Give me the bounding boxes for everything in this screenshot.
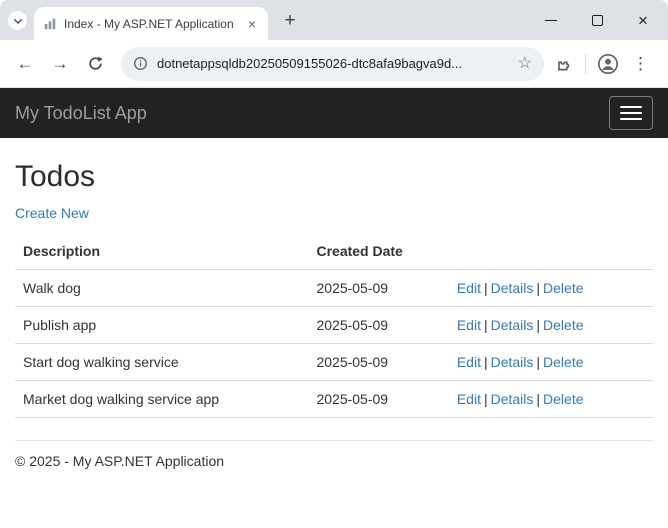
tab-title: Index - My ASP.NET Application (64, 17, 238, 31)
details-link[interactable]: Details (491, 317, 534, 333)
browser-window: Index - My ASP.NET Application × + × ← →… (0, 0, 668, 528)
details-link[interactable]: Details (491, 280, 534, 296)
column-header-actions (449, 233, 653, 270)
toolbar-divider (585, 54, 586, 74)
action-separator: | (484, 354, 488, 370)
hamburger-icon (620, 106, 642, 108)
details-link[interactable]: Details (491, 391, 534, 407)
todo-actions: Edit|Details|Delete (449, 381, 653, 418)
edit-link[interactable]: Edit (457, 391, 481, 407)
edit-link[interactable]: Edit (457, 354, 481, 370)
create-new-link[interactable]: Create New (15, 205, 89, 221)
extensions-icon (555, 55, 573, 73)
todo-actions: Edit|Details|Delete (449, 344, 653, 381)
todo-created-date: 2025-05-09 (308, 307, 448, 344)
tab-strip: Index - My ASP.NET Application × + × (0, 0, 668, 40)
delete-link[interactable]: Delete (543, 354, 583, 370)
delete-link[interactable]: Delete (543, 280, 583, 296)
browser-tab[interactable]: Index - My ASP.NET Application × (34, 7, 268, 40)
minimize-icon (545, 20, 557, 21)
extensions-button[interactable] (550, 55, 578, 73)
navbar-toggle-button[interactable] (609, 96, 653, 130)
todo-created-date: 2025-05-09 (308, 344, 448, 381)
maximize-button[interactable] (574, 0, 620, 40)
back-button[interactable]: ← (10, 49, 40, 79)
todo-description: Walk dog (15, 270, 308, 307)
delete-link[interactable]: Delete (543, 391, 583, 407)
action-separator: | (536, 391, 540, 407)
maximize-icon (592, 15, 603, 26)
edit-link[interactable]: Edit (457, 317, 481, 333)
table-header-row: Description Created Date (15, 233, 653, 270)
browser-toolbar: ← → dotnetappsqldb20250509155026-dtc8afa… (0, 40, 668, 88)
column-header-created-date: Created Date (308, 233, 448, 270)
profile-avatar-icon (597, 53, 619, 75)
site-navbar: My TodoList App (0, 88, 668, 138)
todo-description: Market dog walking service app (15, 381, 308, 418)
tab-close-icon[interactable]: × (245, 16, 259, 32)
profile-button[interactable] (593, 53, 623, 75)
action-separator: | (536, 280, 540, 296)
close-window-button[interactable]: × (620, 0, 666, 40)
table-row: Walk dog 2025-05-09 Edit|Details|Delete (15, 270, 653, 307)
action-separator: | (536, 354, 540, 370)
url-bar[interactable]: dotnetappsqldb20250509155026-dtc8afa9bag… (121, 47, 544, 81)
bookmark-star-icon[interactable]: ☆ (518, 56, 532, 72)
footer-divider (15, 440, 653, 441)
action-separator: | (484, 280, 488, 296)
action-separator: | (536, 317, 540, 333)
footer-copyright: © 2025 - My ASP.NET Application (15, 453, 653, 469)
todo-actions: Edit|Details|Delete (449, 307, 653, 344)
minimize-button[interactable] (528, 0, 574, 40)
delete-link[interactable]: Delete (543, 317, 583, 333)
table-row: Start dog walking service 2025-05-09 Edi… (15, 344, 653, 381)
url-text[interactable]: dotnetappsqldb20250509155026-dtc8afa9bag… (157, 56, 509, 71)
action-separator: | (484, 317, 488, 333)
table-row: Market dog walking service app 2025-05-0… (15, 381, 653, 418)
window-controls: × (528, 0, 666, 40)
todo-created-date: 2025-05-09 (308, 381, 448, 418)
navbar-brand[interactable]: My TodoList App (15, 103, 147, 124)
todo-description: Publish app (15, 307, 308, 344)
action-separator: | (484, 391, 488, 407)
details-link[interactable]: Details (491, 354, 534, 370)
todo-description: Start dog walking service (15, 344, 308, 381)
todo-created-date: 2025-05-09 (308, 270, 448, 307)
site-info-icon[interactable] (133, 56, 148, 71)
chevron-down-icon (13, 17, 23, 25)
column-header-description: Description (15, 233, 308, 270)
table-row: Publish app 2025-05-09 Edit|Details|Dele… (15, 307, 653, 344)
forward-button[interactable]: → (45, 49, 75, 79)
close-icon: × (638, 12, 648, 29)
favicon-icon (43, 17, 57, 31)
reload-button[interactable] (80, 49, 110, 79)
edit-link[interactable]: Edit (457, 280, 481, 296)
todo-actions: Edit|Details|Delete (449, 270, 653, 307)
page-content: Todos Create New Description Created Dat… (0, 160, 668, 469)
browser-menu-button[interactable]: ⋮ (623, 54, 658, 74)
page-title: Todos (15, 160, 653, 194)
reload-icon (87, 55, 104, 72)
todos-table: Description Created Date Walk dog 2025-0… (15, 233, 653, 418)
tab-search-button[interactable] (8, 11, 27, 30)
new-tab-button[interactable]: + (278, 9, 302, 33)
